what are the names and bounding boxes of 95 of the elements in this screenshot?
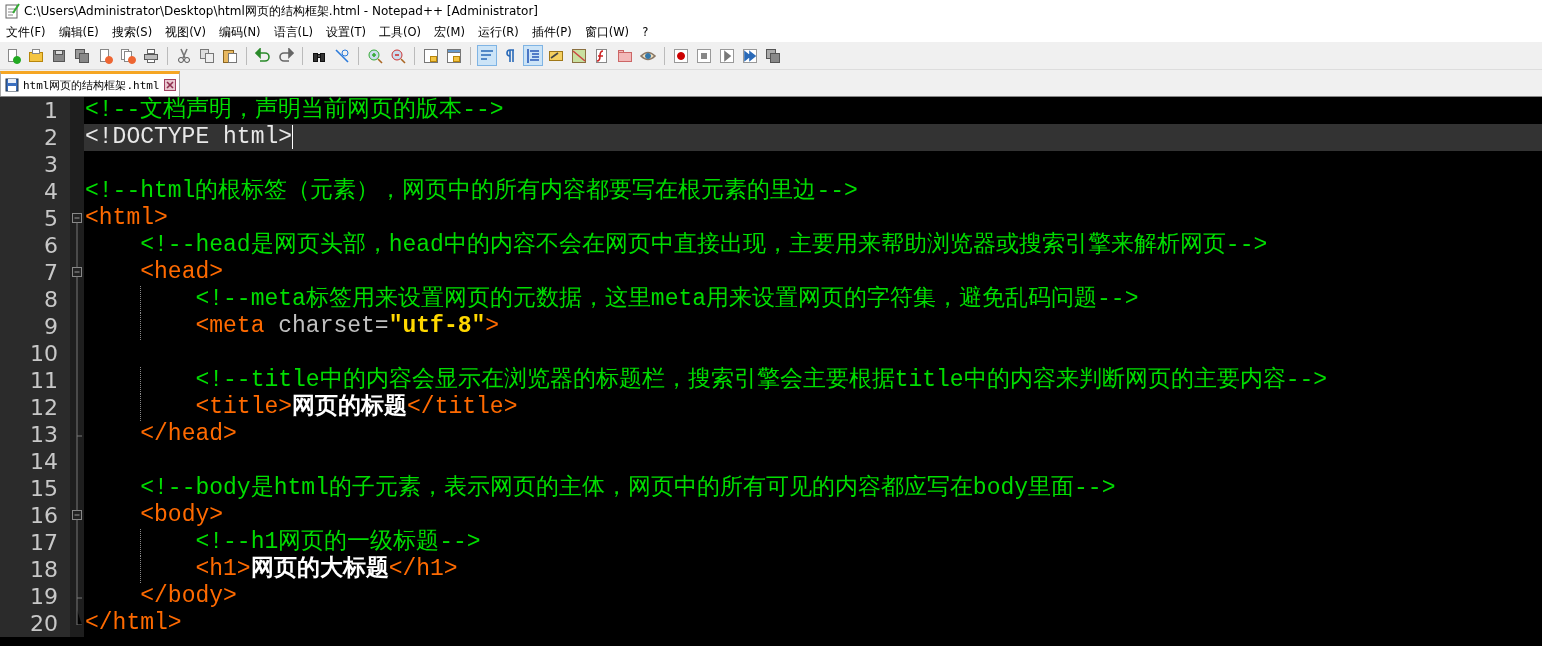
line-number: 9 [0, 313, 70, 340]
sync-scroll-icon [423, 47, 439, 64]
html-tag: </body> [140, 583, 237, 609]
fold-margin [70, 97, 84, 124]
menu-item[interactable]: 编辑(E) [58, 24, 99, 40]
attribute-name: charset= [278, 313, 389, 339]
indent-guide-icon [525, 47, 541, 64]
html-tag: </html> [85, 610, 182, 636]
menu-item[interactable]: ? [642, 25, 649, 39]
replace-icon [334, 47, 350, 64]
line-number: 1 [0, 97, 70, 124]
sync-scroll-icon [446, 47, 462, 64]
paste-icon [222, 47, 238, 64]
zoom-out-icon [390, 47, 406, 64]
menu-item[interactable]: 文件(F) [6, 24, 46, 40]
function-icon [594, 47, 610, 64]
html-tag: <h1> [195, 556, 251, 582]
menu-item[interactable]: 语言(L) [273, 24, 313, 40]
menu-item[interactable]: 窗口(W) [584, 24, 630, 40]
new-file-icon [5, 47, 21, 64]
fold-line [76, 232, 78, 259]
code-comment: <!--body是html的子元素，表示网页的主体，网页中的所有可见的内容都应写在body里面--> [140, 475, 1116, 501]
close-icon[interactable] [163, 79, 176, 91]
code-comment: <!--meta标签用来设置网页的元数据，这里meta用来设置网页的字符集，避免乱码问题--> [195, 286, 1139, 312]
close-file-icon [97, 47, 113, 64]
line-number: 20 [0, 610, 70, 637]
line-number: 11 [0, 367, 70, 394]
menu-item[interactable]: 编码(N) [218, 24, 261, 40]
element-text: 网页的标题 [292, 394, 408, 420]
printer-icon [143, 47, 159, 64]
code-comment: <!--文档声明，声明当前网页的版本--> [85, 97, 504, 123]
code-comment: <!--title中的内容会显示在浏览器的标题栏，搜索引擎会主要根据title中的内容来判断网页的主要内容--> [195, 367, 1328, 393]
open-folder-icon [28, 47, 44, 64]
close-all-icon [120, 47, 136, 64]
code-comment: <!--head是网页头部，head中的内容不会在网页中直接出现，主要用来帮助浏览器或搜索引擎来解析网页--> [140, 232, 1268, 258]
menu-item[interactable]: 宏(M) [433, 24, 465, 40]
word-wrap-button[interactable] [477, 45, 497, 66]
text-cursor [292, 124, 294, 149]
html-tag: <html> [85, 205, 168, 231]
line-number: 19 [0, 583, 70, 610]
html-tag: <title> [195, 394, 293, 420]
element-text: 网页的大标题 [250, 556, 389, 582]
line-number: 5 [0, 205, 70, 232]
line-number: 6 [0, 232, 70, 259]
record-icon [673, 47, 689, 64]
map-icon [571, 47, 587, 64]
html-tag: </title> [407, 394, 518, 420]
doctype-declaration: <!DOCTYPE html> [85, 124, 293, 150]
menu-item[interactable]: 视图(V) [165, 24, 206, 40]
line-number: 18 [0, 556, 70, 583]
undo-arrow-icon [255, 47, 271, 64]
line-number: 2 [0, 124, 70, 151]
line-number: 10 [0, 340, 70, 367]
line-number: 8 [0, 286, 70, 313]
menu-item[interactable]: 搜索(S) [111, 24, 153, 40]
line-number: 14 [0, 448, 70, 475]
menu-item[interactable]: 设置(T) [325, 24, 366, 40]
html-tag: <body> [140, 502, 224, 528]
play-multiple-icon [742, 47, 758, 64]
html-tag: > [485, 313, 500, 339]
save-icon [51, 47, 67, 64]
copy-icon [199, 47, 215, 64]
notepad-icon [4, 3, 20, 19]
line-number: 4 [0, 178, 70, 205]
save-icon [5, 78, 19, 92]
save-all-icon [74, 47, 90, 64]
folder-icon [617, 47, 633, 64]
menu-item[interactable]: 工具(O) [378, 24, 421, 40]
zoom-in-icon [367, 47, 383, 64]
line-number: 12 [0, 394, 70, 421]
file-tab[interactable]: html网页的结构框架.html [0, 71, 180, 96]
window-title: C:\Users\Administrator\Desktop\html网页的结构框架.html - Notepad++ [Administrator] [24, 2, 538, 20]
line-number: 7 [0, 259, 70, 286]
line-number: 13 [0, 421, 70, 448]
html-tag: </h1> [388, 556, 458, 582]
line-number: 15 [0, 475, 70, 502]
fold-end-mark [76, 421, 82, 448]
html-tag: <meta [195, 313, 265, 339]
line-number: 16 [0, 502, 70, 529]
stop-icon [696, 47, 712, 64]
line-number: 17 [0, 529, 70, 556]
save-macro-icon [765, 47, 781, 64]
attribute-value: "utf-8" [388, 313, 486, 339]
line-number: 3 [0, 151, 70, 178]
play-icon [719, 47, 735, 64]
tab-label: html网页的结构框架.html [23, 77, 160, 93]
redo-arrow-icon [278, 47, 294, 64]
indent-guide-button[interactable] [523, 45, 543, 66]
menu-item[interactable]: 插件(P) [531, 24, 572, 40]
html-tag: </head> [140, 421, 237, 447]
html-tag: <head> [140, 259, 224, 285]
menu-item[interactable]: 运行(R) [477, 24, 519, 40]
code-comment: <!--h1网页的一级标题--> [195, 529, 481, 555]
code-comment: <!--html的根标签（元素），网页中的所有内容都要写在根元素的里边--> [85, 178, 858, 204]
scissors-icon [176, 47, 192, 64]
